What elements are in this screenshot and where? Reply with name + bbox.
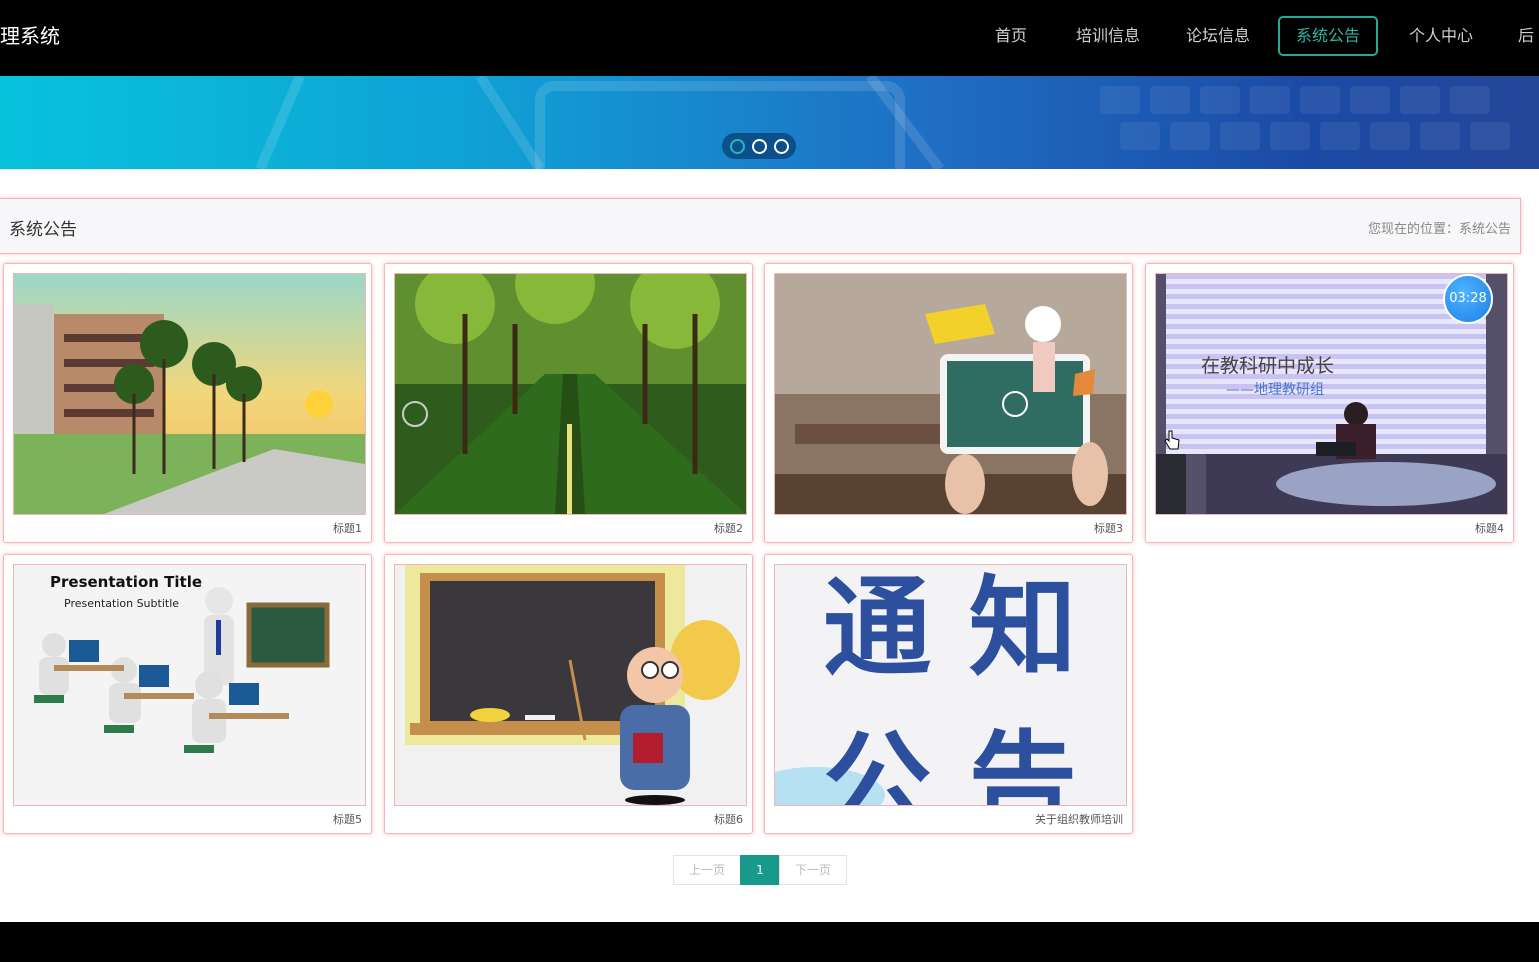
carousel-dot-2[interactable] bbox=[752, 139, 767, 154]
slide-title: 在教科研中成长 bbox=[1201, 355, 1334, 377]
carousel-dot-3[interactable] bbox=[774, 139, 789, 154]
section-title: 系统公告 bbox=[9, 220, 77, 240]
card-caption[interactable]: 标题4 bbox=[1475, 520, 1504, 536]
nav-forum-info[interactable]: 论坛信息 bbox=[1178, 16, 1258, 56]
notice-card[interactable]: 标题3 bbox=[764, 263, 1133, 543]
site-brand: 理系统 bbox=[0, 24, 60, 48]
card-caption[interactable]: 标题2 bbox=[714, 520, 743, 536]
card-caption[interactable]: 关于组织教师培训 bbox=[1035, 811, 1123, 827]
notice-card[interactable]: 通 知 公 告 关于组织教师培训 bbox=[764, 554, 1133, 834]
breadcrumb: 您现在的位置：系统公告 bbox=[1367, 222, 1511, 237]
card-thumbnail[interactable] bbox=[13, 273, 366, 515]
hand-cursor-icon bbox=[1164, 430, 1180, 450]
card-thumbnail[interactable]: Presentation Title Presentation Subtitle bbox=[13, 564, 366, 806]
card-thumbnail[interactable] bbox=[394, 564, 747, 806]
prev-page-button[interactable]: 上一页 bbox=[673, 855, 741, 885]
card-caption[interactable]: 标题1 bbox=[333, 520, 362, 536]
nav-system-notice[interactable]: 系统公告 bbox=[1278, 16, 1378, 56]
slide-title: Presentation Title bbox=[50, 573, 202, 591]
nav-home[interactable]: 首页 bbox=[984, 16, 1038, 56]
card-caption[interactable]: 标题6 bbox=[714, 811, 743, 827]
notice-card[interactable]: Presentation Title Presentation Subtitle… bbox=[3, 554, 372, 834]
section-header: 系统公告 您现在的位置：系统公告 bbox=[0, 198, 1521, 254]
nav-training-info[interactable]: 培训信息 bbox=[1068, 16, 1148, 56]
notice-line-2: 公 告 bbox=[823, 721, 1077, 805]
notice-card[interactable]: 标题1 bbox=[3, 263, 372, 543]
card-thumbnail[interactable]: 通 知 公 告 bbox=[774, 564, 1127, 806]
footer-bar bbox=[0, 922, 1539, 962]
slide-subtitle: ——地理教研组 bbox=[1226, 382, 1324, 398]
card-caption[interactable]: 标题5 bbox=[333, 811, 362, 827]
top-navbar: 理系统 首页 培训信息 论坛信息 系统公告 个人中心 后 bbox=[0, 0, 1539, 76]
next-page-button[interactable]: 下一页 bbox=[779, 855, 847, 885]
notice-line-1: 通 知 bbox=[823, 566, 1077, 691]
nav-personal-center[interactable]: 个人中心 bbox=[1401, 16, 1481, 56]
card-caption[interactable]: 标题3 bbox=[1094, 520, 1123, 536]
card-thumbnail[interactable] bbox=[774, 273, 1127, 515]
notice-card[interactable]: 标题6 bbox=[384, 554, 753, 834]
card-thumbnail[interactable] bbox=[394, 273, 747, 515]
slide-subtitle: Presentation Subtitle bbox=[64, 597, 179, 610]
nav-backend[interactable]: 后 bbox=[1513, 16, 1539, 56]
recording-timer: 03:28 bbox=[1443, 274, 1493, 324]
page-1-button[interactable]: 1 bbox=[740, 855, 780, 885]
notice-card[interactable]: 标题2 bbox=[384, 263, 753, 543]
carousel-indicators bbox=[722, 133, 796, 159]
carousel-dot-1[interactable] bbox=[730, 139, 745, 154]
